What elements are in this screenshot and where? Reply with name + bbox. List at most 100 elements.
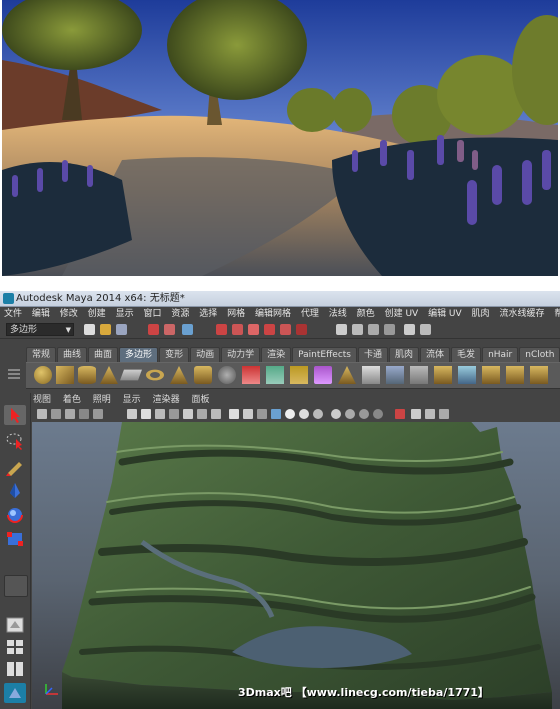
poly-torus-icon[interactable] (146, 369, 164, 381)
ambient-occlusion-icon[interactable] (345, 409, 355, 419)
menu-item[interactable]: 窗口 (143, 309, 161, 319)
menu-item[interactable]: 创建 (88, 309, 106, 319)
panel-menu-item[interactable]: 视图 (33, 395, 51, 405)
shelf-tab-fur[interactable]: 毛发 (451, 347, 482, 362)
viewport-perspective[interactable] (32, 422, 560, 709)
magnet-icon[interactable] (296, 324, 307, 335)
xray-icon[interactable] (169, 409, 179, 419)
smooth-icon[interactable] (314, 366, 332, 384)
select-component-icon[interactable] (182, 324, 193, 335)
shelf-tab-dynamics[interactable]: 动力学 (221, 347, 261, 362)
open-folder-icon[interactable] (100, 324, 111, 335)
lighting-icon[interactable] (271, 409, 281, 419)
menu-item[interactable]: 资源 (171, 309, 189, 319)
append-polygon-icon[interactable] (362, 366, 380, 384)
merge-icon[interactable] (506, 366, 524, 384)
snap-point-icon[interactable] (248, 324, 259, 335)
bookmark-icon[interactable] (51, 409, 61, 419)
poly-plane-icon[interactable] (120, 369, 142, 381)
shelf-tab-polygons[interactable]: 多边形 (119, 347, 159, 362)
outliner-layout-icon[interactable] (4, 683, 26, 703)
menu-item[interactable]: 创建 UV (385, 309, 419, 319)
camera-attributes-icon[interactable] (37, 409, 47, 419)
fill-hole-icon[interactable] (338, 366, 356, 384)
poly-pyramid-icon[interactable] (170, 366, 188, 384)
panel-menu-item[interactable]: 照明 (93, 395, 111, 405)
shadows-icon[interactable] (211, 409, 221, 419)
xray-joints-icon[interactable] (411, 409, 421, 419)
menu-item[interactable]: 编辑网格 (255, 309, 291, 319)
wireframe-on-shaded-icon[interactable] (155, 409, 165, 419)
save-icon[interactable] (116, 324, 127, 335)
hypershade-icon[interactable] (420, 324, 431, 335)
snap-plane-icon[interactable] (264, 324, 275, 335)
paint-select-tool-icon[interactable] (4, 457, 26, 477)
extract-icon[interactable] (290, 366, 308, 384)
default-light-icon[interactable] (299, 409, 309, 419)
single-view-layout-icon[interactable] (4, 615, 26, 635)
shelf-tab-toon[interactable]: 卡通 (358, 347, 389, 362)
menu-item[interactable]: 文件 (4, 309, 22, 319)
shelf-tab-rendering[interactable]: 渲染 (261, 347, 292, 362)
poly-cube-icon[interactable] (56, 366, 74, 384)
extrude-icon[interactable] (410, 366, 428, 384)
shelf-tab-deformation[interactable]: 变形 (159, 347, 190, 362)
menu-item[interactable]: 选择 (199, 309, 217, 319)
shelf-tab-general[interactable]: 常规 (26, 347, 57, 362)
snap-curve-icon[interactable] (232, 324, 243, 335)
separate-icon[interactable] (266, 366, 284, 384)
bridge-icon[interactable] (434, 366, 452, 384)
isolate-icon[interactable] (183, 409, 193, 419)
wire-cube-icon[interactable] (229, 409, 239, 419)
select-tool-icon[interactable] (4, 405, 26, 425)
panel-menu-item[interactable]: 显示 (123, 395, 141, 405)
use-all-lights-icon[interactable] (285, 409, 295, 419)
poly-cylinder-icon[interactable] (78, 366, 96, 384)
shelf-tab-surfaces[interactable]: 曲面 (88, 347, 119, 362)
last-tool-slot[interactable] (4, 575, 28, 597)
textured-cube-icon[interactable] (257, 409, 267, 419)
menu-item[interactable]: 肌肉 (472, 309, 490, 319)
combine-icon[interactable] (242, 366, 260, 384)
shelf-tab-ncloth[interactable]: nCloth (519, 347, 560, 362)
shelf-tab-nhair[interactable]: nHair (482, 347, 519, 362)
depth-of-field-icon[interactable] (373, 409, 383, 419)
menu-set-dropdown[interactable]: 多边形 ▼ (6, 323, 74, 336)
render-frame-icon[interactable] (352, 324, 363, 335)
ipr-render-icon[interactable] (368, 324, 379, 335)
render-settings-icon[interactable] (384, 324, 395, 335)
image-plane-icon[interactable] (65, 409, 75, 419)
isolate-select-icon[interactable] (395, 409, 405, 419)
two-view-layout-icon[interactable] (4, 659, 26, 679)
snap-grid-icon[interactable] (216, 324, 227, 335)
lasso-tool-icon[interactable] (4, 431, 26, 451)
select-object-icon[interactable] (164, 324, 175, 335)
shelf-tab-muscle[interactable]: 肌肉 (389, 347, 420, 362)
menu-item[interactable]: 编辑 UV (428, 309, 462, 319)
scale-tool-icon[interactable] (4, 529, 26, 549)
menu-item[interactable]: 代理 (301, 309, 319, 319)
anti-alias-icon[interactable] (359, 409, 369, 419)
panel-menu-item[interactable]: 着色 (63, 395, 81, 405)
grid-icon[interactable] (79, 409, 89, 419)
menu-item[interactable]: 流水线缓存 (499, 309, 544, 319)
menu-item[interactable]: 编辑 (32, 309, 50, 319)
select-hierarchy-icon[interactable] (148, 324, 159, 335)
shelf-tab-curves[interactable]: 曲线 (57, 347, 88, 362)
menu-item[interactable]: 修改 (60, 309, 78, 319)
menu-item[interactable]: 颜色 (357, 309, 375, 319)
new-scene-icon[interactable] (84, 324, 95, 335)
insert-edge-loop-icon[interactable] (458, 366, 476, 384)
film-gate-icon[interactable] (93, 409, 103, 419)
wireframe-icon[interactable] (127, 409, 137, 419)
shelf-tab-fluids[interactable]: 流体 (420, 347, 451, 362)
panel-menu-item[interactable]: 渲染器 (153, 395, 180, 405)
shelf-menu-handle[interactable] (4, 347, 24, 387)
render-view-icon[interactable] (336, 324, 347, 335)
shelf-tab-painteffects[interactable]: PaintEffects (292, 347, 357, 362)
smooth-shade-icon[interactable] (141, 409, 151, 419)
input-output-icon[interactable] (404, 324, 415, 335)
four-view-layout-icon[interactable] (4, 637, 26, 657)
poly-cone-icon[interactable] (100, 366, 118, 384)
planar-mapping-icon[interactable] (530, 366, 548, 384)
